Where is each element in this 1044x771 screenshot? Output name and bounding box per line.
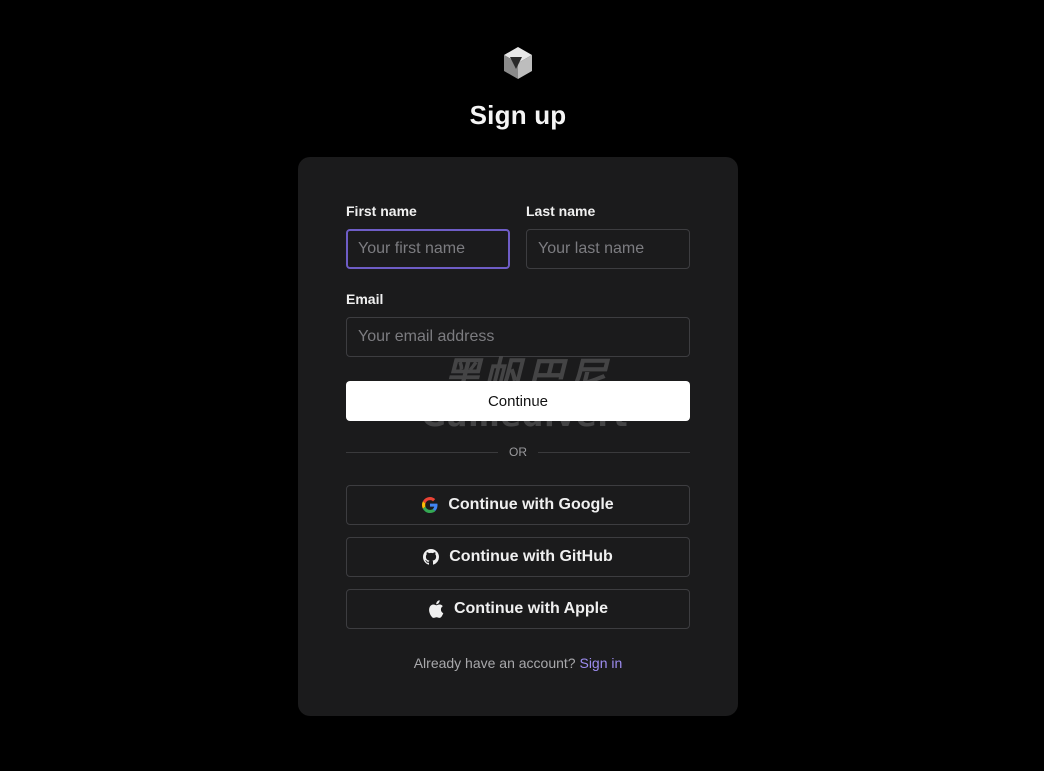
google-button-label: Continue with Google bbox=[448, 496, 614, 513]
divider-line-right bbox=[538, 452, 690, 453]
cube-logo-icon bbox=[504, 47, 532, 79]
continue-with-github-button[interactable]: Continue with GitHub bbox=[346, 537, 690, 577]
signin-prompt: Already have an account? Sign in bbox=[298, 655, 738, 671]
divider-line-left bbox=[346, 452, 498, 453]
continue-button[interactable]: Continue bbox=[346, 381, 690, 421]
signup-card: First name Last name Email Continue OR C… bbox=[298, 157, 738, 716]
page-title: Sign up bbox=[469, 100, 567, 130]
continue-with-google-button[interactable]: Continue with Google bbox=[346, 485, 690, 525]
first-name-input[interactable] bbox=[346, 229, 510, 269]
signin-link[interactable]: Sign in bbox=[579, 655, 622, 671]
google-icon bbox=[422, 497, 438, 513]
continue-with-apple-button[interactable]: Continue with Apple bbox=[346, 589, 690, 629]
github-button-label: Continue with GitHub bbox=[449, 548, 613, 565]
signin-prompt-text: Already have an account? bbox=[413, 655, 576, 671]
first-name-label: First name bbox=[346, 203, 417, 219]
email-input[interactable] bbox=[346, 317, 690, 357]
email-label: Email bbox=[346, 291, 384, 307]
github-icon bbox=[423, 549, 440, 565]
divider-text: OR bbox=[509, 445, 527, 459]
last-name-input[interactable] bbox=[526, 229, 690, 269]
apple-icon bbox=[429, 600, 444, 618]
last-name-label: Last name bbox=[526, 203, 596, 219]
apple-button-label: Continue with Apple bbox=[453, 600, 609, 617]
